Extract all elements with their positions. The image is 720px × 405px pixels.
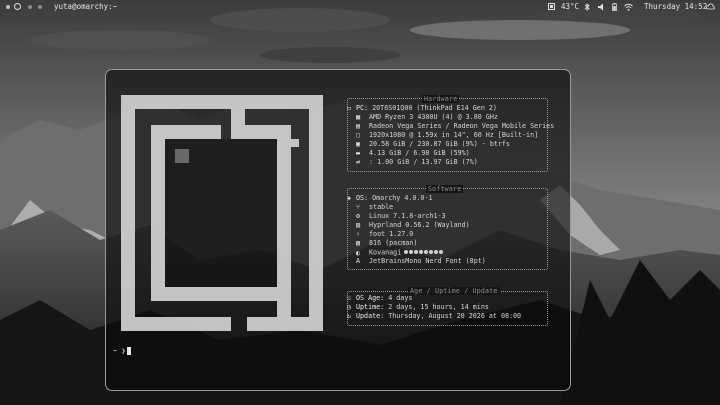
clock[interactable]: Thursday 14:52 bbox=[644, 2, 707, 11]
kernel-row: ⚙ Linux 7.1.8-arch1-3 bbox=[356, 212, 446, 221]
cpu-value: AMD Ryzen 3 4300U (4) @ 3.80 GHz bbox=[365, 113, 498, 121]
terminal-row: › foot 1.27.0 bbox=[356, 230, 413, 239]
swap-value: : 1.00 GiB / 13.97 GiB (7%) bbox=[365, 158, 478, 166]
wm-row: ▥ Hyprland 0.56.2 (Wayland) bbox=[356, 221, 470, 230]
cloud-icon[interactable] bbox=[706, 3, 715, 10]
kernel-value: Linux 7.1.8-arch1-3 bbox=[365, 212, 446, 220]
notification-icon[interactable] bbox=[548, 3, 555, 10]
display-icon: ▢ bbox=[356, 131, 361, 139]
workspace-1-indicator[interactable] bbox=[4, 3, 11, 10]
memory-icon: ▬ bbox=[356, 149, 361, 157]
wm-value: Hyprland 0.56.2 (Wayland) bbox=[365, 221, 470, 229]
speaker-icon[interactable] bbox=[598, 3, 605, 11]
os-key: OS: bbox=[356, 194, 369, 202]
terminal-icon: › bbox=[356, 230, 361, 238]
uptime-value: 2 days, 15 hours, 14 mins bbox=[384, 303, 489, 311]
font-value: JetBrainsMono Nerd Font (8pt) bbox=[365, 257, 486, 265]
memory-value: 4.13 GiB / 6.98 GiB (59%) bbox=[365, 149, 470, 157]
terminal-value: foot 1.27.0 bbox=[365, 230, 414, 238]
age-icon: ⚇ bbox=[347, 294, 352, 302]
disk-icon: ▣ bbox=[356, 140, 361, 148]
update-row: ↻ Update: Thursday, August 20 2026 at 08:… bbox=[347, 312, 521, 321]
branch-icon: ⑂ bbox=[356, 203, 361, 211]
gpu-icon: ▤ bbox=[356, 122, 361, 130]
color-swatches bbox=[404, 248, 444, 257]
os-age-row: ⚇ OS Age: 4 days bbox=[347, 294, 412, 303]
battery-icon[interactable] bbox=[612, 3, 617, 11]
package-row: ▧ 816 (pacman) bbox=[356, 239, 417, 248]
disk-value: 20.58 GiB / 230.87 GiB (9%) - btrfs bbox=[365, 140, 510, 148]
cpu-row: ▦ AMD Ryzen 3 4300U (4) @ 3.80 GHz bbox=[356, 113, 498, 122]
hardware-title: Hardware bbox=[422, 95, 460, 103]
software-title: Software bbox=[426, 185, 464, 193]
swap-row: ⇄ : 1.00 GiB / 13.97 GiB (7%) bbox=[356, 158, 478, 167]
uptime-key: Uptime: bbox=[356, 303, 385, 311]
workspace-3-indicator[interactable] bbox=[26, 3, 33, 10]
gpu-value: Radeon Vega Series / Radeon Vega Mobile … bbox=[365, 122, 555, 130]
cpu-icon: ▦ bbox=[356, 113, 361, 121]
font-row: A JetBrainsMono Nerd Font (8pt) bbox=[356, 257, 486, 266]
font-icon: A bbox=[356, 257, 361, 265]
wm-icon: ▥ bbox=[356, 221, 361, 229]
window-title: yuta@omarchy:~ bbox=[54, 2, 118, 11]
os-value: Omarchy 4.0.0-1 bbox=[368, 194, 433, 202]
temperature-label: 43°C bbox=[561, 2, 580, 11]
memory-row: ▬ 4.13 GiB / 6.98 GiB (59%) bbox=[356, 149, 470, 158]
kernel-icon: ⚙ bbox=[356, 212, 361, 220]
disk-row: ▣ 20.58 GiB / 230.87 GiB (9%) - btrfs bbox=[356, 140, 510, 149]
text-cursor[interactable] bbox=[127, 347, 131, 355]
pc-key: PC: bbox=[356, 104, 369, 112]
branch-row: ⑂ stable bbox=[356, 203, 393, 212]
swap-icon: ⇄ bbox=[356, 158, 361, 166]
uptime-title: Age / Uptime / Update bbox=[408, 287, 500, 295]
os-icon: ◈ bbox=[347, 194, 352, 202]
gpu-row: ▤ Radeon Vega Series / Radeon Vega Mobil… bbox=[356, 122, 554, 131]
update-icon: ↻ bbox=[347, 312, 352, 320]
display-value: 1920x1080 @ 1.59x in 14", 60 Hz [Built-i… bbox=[365, 131, 539, 139]
theme-value: Kovanagi bbox=[365, 248, 402, 257]
top-bar: yuta@omarchy:~ 43°C Thursday 14:52 bbox=[0, 0, 720, 14]
os-age-key: OS Age: bbox=[356, 294, 385, 302]
os-age-value: 4 days bbox=[384, 294, 413, 302]
omarchy-logo bbox=[121, 95, 323, 335]
pc-row: ▭ PC: 20T6S01Q00 (ThinkPad E14 Gen 2) bbox=[347, 104, 497, 113]
update-value: Thursday, August 20 2026 at 08:00 bbox=[384, 312, 522, 320]
package-value: 816 (pacman) bbox=[365, 239, 418, 247]
uptime-icon: ◷ bbox=[347, 303, 352, 311]
workspace-4-indicator[interactable] bbox=[36, 3, 43, 10]
bluetooth-icon[interactable] bbox=[584, 3, 590, 11]
branch-value: stable bbox=[365, 203, 394, 211]
wifi-icon[interactable] bbox=[624, 3, 633, 11]
package-icon: ▧ bbox=[356, 239, 361, 247]
update-key: Update: bbox=[356, 312, 385, 320]
uptime-row: ◷ Uptime: 2 days, 15 hours, 14 mins bbox=[347, 303, 489, 312]
os-row: ◈ OS: Omarchy 4.0.0-1 bbox=[347, 194, 433, 203]
pc-value: 20T6S01Q00 (ThinkPad E14 Gen 2) bbox=[368, 104, 497, 112]
display-row: ▢ 1920x1080 @ 1.59x in 14", 60 Hz [Built… bbox=[356, 131, 538, 140]
workspace-2-indicator[interactable] bbox=[14, 3, 21, 10]
shell-prompt: ~ ❯ bbox=[113, 347, 126, 355]
laptop-icon: ▭ bbox=[347, 104, 352, 112]
